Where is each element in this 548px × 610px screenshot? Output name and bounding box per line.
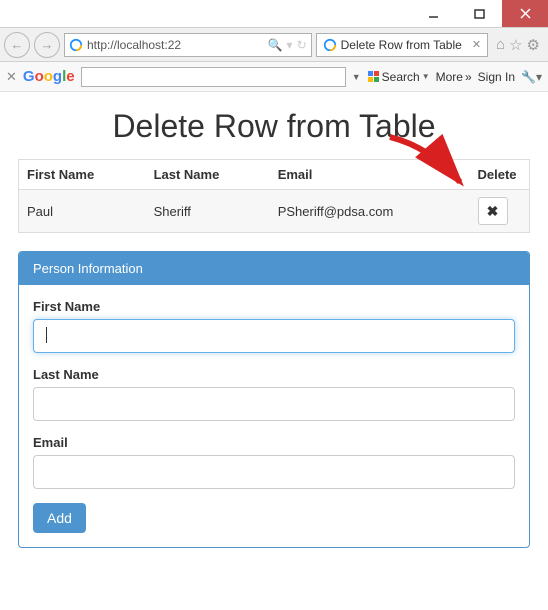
search-button[interactable]: Search▼ — [367, 70, 430, 84]
page-content: Delete Row from Table First Name Last Na… — [0, 92, 548, 558]
address-bar[interactable]: http://localhost:22 🔍 ▾ ↻ — [64, 33, 312, 57]
settings-icon[interactable]: ⚙ — [527, 36, 540, 54]
google-toolbar: ✕ Google ▼ Search▼ More » Sign In 🔧▾ — [0, 62, 548, 92]
google-logo: Google — [23, 68, 75, 85]
tab-title: Delete Row from Table — [341, 38, 462, 52]
email-input[interactable] — [33, 455, 515, 489]
forward-button[interactable]: → — [34, 32, 60, 58]
toolbar-close-icon[interactable]: ✕ — [6, 69, 17, 85]
window-close-button[interactable] — [502, 0, 548, 27]
col-last: Last Name — [146, 160, 270, 190]
person-panel: Person Information First Name Last Name … — [18, 251, 530, 548]
table-header-row: First Name Last Name Email Delete — [19, 160, 530, 190]
google-icon — [367, 70, 380, 83]
window-titlebar — [0, 0, 548, 28]
back-button[interactable]: ← — [4, 32, 30, 58]
last-name-input[interactable] — [33, 387, 515, 421]
col-delete: Delete — [470, 160, 530, 190]
data-table: First Name Last Name Email Delete Paul S… — [18, 159, 530, 233]
tab-close-icon[interactable]: ✕ — [472, 38, 481, 51]
last-name-label: Last Name — [33, 367, 515, 382]
cell-email: PSheriff@pdsa.com — [270, 190, 470, 233]
refresh-icon[interactable]: ↻ — [297, 38, 307, 52]
google-search-input[interactable] — [81, 67, 346, 87]
ie-icon — [69, 38, 83, 52]
first-name-input[interactable] — [33, 319, 515, 353]
delete-row-button[interactable]: ✖ — [478, 197, 508, 225]
col-email: Email — [270, 160, 470, 190]
signin-button[interactable]: Sign In — [478, 70, 515, 84]
addr-search-icon[interactable]: 🔍 — [268, 38, 283, 52]
page-title: Delete Row from Table — [18, 108, 530, 145]
wrench-icon[interactable]: 🔧▾ — [521, 70, 542, 84]
panel-header: Person Information — [19, 252, 529, 285]
browser-tab[interactable]: Delete Row from Table ✕ — [316, 33, 488, 57]
url-text: http://localhost:22 — [87, 38, 264, 52]
cell-last: Sheriff — [146, 190, 270, 233]
browser-navbar: ← → http://localhost:22 🔍 ▾ ↻ Delete Row… — [0, 28, 548, 62]
table-row: Paul Sheriff PSheriff@pdsa.com ✖ — [19, 190, 530, 233]
x-icon: ✖ — [487, 203, 499, 220]
home-icon[interactable]: ⌂ — [496, 36, 505, 54]
window-maximize-button[interactable] — [456, 0, 502, 27]
add-button[interactable]: Add — [33, 503, 86, 533]
email-label: Email — [33, 435, 515, 450]
cell-first: Paul — [19, 190, 146, 233]
more-button[interactable]: More » — [436, 70, 472, 84]
window-minimize-button[interactable] — [410, 0, 456, 27]
col-first: First Name — [19, 160, 146, 190]
ie-icon — [323, 38, 337, 52]
first-name-label: First Name — [33, 299, 515, 314]
favorites-icon[interactable]: ☆ — [509, 36, 522, 54]
